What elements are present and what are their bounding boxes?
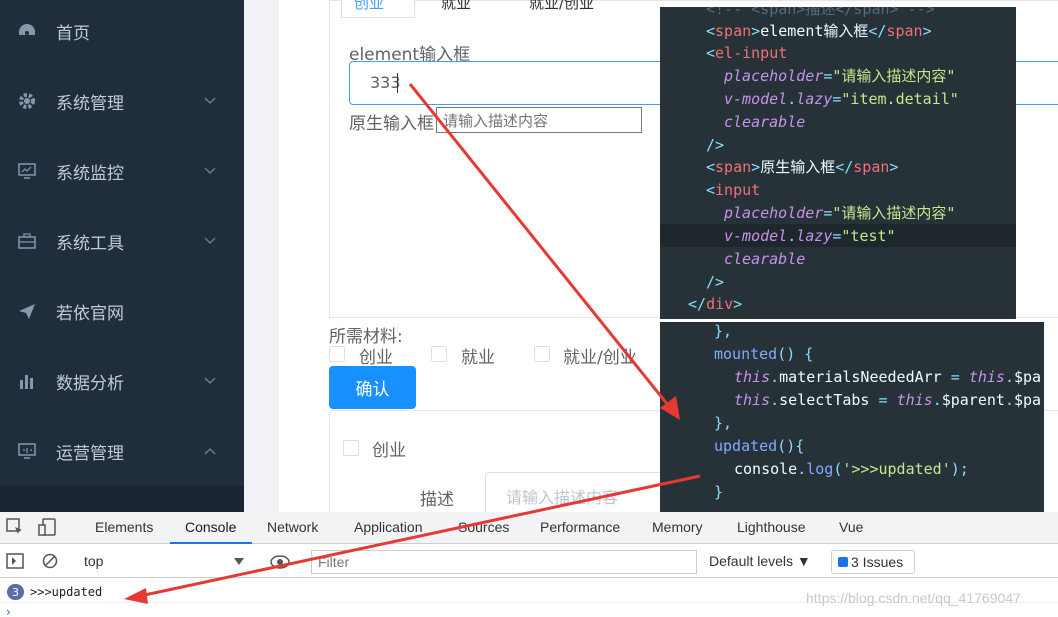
sidebar-item-label: 数据分析	[56, 373, 124, 394]
sidebar-item-label: 系统管理	[56, 93, 124, 114]
devtools-tab-bar: Elements Console Network Application Sou…	[0, 512, 1058, 544]
sidebar-item-label: 运营管理	[56, 443, 124, 464]
bar-chart-icon	[20, 375, 33, 389]
tab-network[interactable]: Network	[267, 519, 318, 535]
code-line: <input	[706, 181, 761, 199]
code-line: v-model.lazy="test"	[724, 227, 896, 245]
chevron-up-icon	[204, 447, 216, 455]
watermark: https://blog.csdn.net/qq_41769047	[806, 590, 1021, 606]
code-line: this.materialsNeededArr = this.$pa	[734, 368, 1042, 386]
tab-sources[interactable]: Sources	[458, 519, 509, 535]
code-line: />	[706, 273, 725, 291]
chevron-down-icon	[204, 97, 216, 105]
context-selector[interactable]: top	[84, 553, 103, 569]
active-tab-indicator	[170, 542, 252, 544]
code-line: placeholder="请输入描述内容"	[724, 204, 956, 222]
sidebar-item-label: 系统工具	[56, 233, 124, 254]
issues-button[interactable]: 3 Issues	[831, 550, 915, 574]
code-line: }	[714, 483, 724, 501]
confirm-button[interactable]: 确认	[329, 366, 416, 409]
chevron-down-icon	[204, 377, 216, 385]
native-input-label: 原生输入框	[349, 114, 434, 134]
console-filter-input[interactable]: Filter	[311, 550, 697, 574]
console-prompt-icon[interactable]: ›	[6, 605, 11, 617]
tab-application[interactable]: Application	[354, 519, 423, 535]
code-line: clearable	[724, 250, 806, 268]
chevron-down-icon	[204, 167, 216, 175]
code-line: updated(){	[714, 437, 805, 455]
gear-icon	[19, 93, 35, 109]
eye-icon[interactable]	[270, 555, 290, 569]
device-toggle-icon[interactable]	[38, 518, 58, 536]
tab-performance[interactable]: Performance	[540, 519, 620, 535]
inspect-icon[interactable]	[6, 518, 24, 536]
section-checkbox[interactable]	[343, 440, 359, 456]
devtools-panel: Elements Console Network Application Sou…	[0, 512, 1058, 617]
sidebar-item-label: 系统监控	[56, 163, 124, 184]
checkbox-label: 创业	[359, 348, 393, 368]
monitor-icon	[18, 163, 36, 179]
tab-vue[interactable]: Vue	[839, 519, 863, 535]
sidebar-item-system-monitor[interactable]: 系统监控	[0, 136, 244, 206]
code-line: },	[714, 414, 733, 432]
sidebar-item-operations[interactable]: 运营管理	[0, 416, 244, 486]
sidebar-toggle-icon[interactable]	[6, 553, 24, 569]
code-line: <span>element输入框</span>	[706, 22, 932, 40]
dashboard-icon	[19, 24, 35, 35]
clear-console-icon[interactable]	[42, 553, 58, 569]
code-line: <!-- <span>描述</span> -->	[706, 7, 935, 18]
tab-employment[interactable]: 就业	[441, 0, 471, 18]
sidebar-item-system-management[interactable]: 系统管理	[0, 66, 244, 136]
native-input[interactable]: 请输入描述内容	[436, 107, 642, 133]
tab-startup[interactable]: 创业	[341, 0, 415, 18]
code-panel-script: }, mounted() { this.materialsNeededArr =…	[660, 322, 1044, 512]
code-line: <el-input	[706, 44, 788, 62]
code-line: v-model.lazy="item.detail"	[724, 90, 959, 108]
sidebar-item-home[interactable]: 首页	[0, 0, 244, 66]
sidebar-item-data-analysis[interactable]: 数据分析	[0, 346, 244, 416]
code-line: clearable	[724, 113, 806, 131]
checkbox-label: 就业/创业	[563, 348, 637, 368]
issues-icon	[838, 557, 848, 567]
sidebar: 首页 系统管理 系统监控 系统工具 若依官网 数据分析 运营管理	[0, 0, 244, 512]
code-panel-template: <!-- <span>描述</span> --> <span>element输入…	[660, 7, 1016, 319]
log-repeat-badge: 3	[7, 584, 24, 600]
send-icon	[19, 304, 35, 319]
checkbox-employment[interactable]	[431, 346, 447, 362]
tab-elements[interactable]: Elements	[95, 519, 153, 535]
section-checkbox-label: 创业	[372, 441, 406, 461]
toolbox-icon	[18, 233, 36, 249]
log-levels-dropdown[interactable]: Default levels ▼	[709, 553, 811, 569]
sidebar-item-label: 若依官网	[56, 303, 124, 324]
code-line: <span>原生输入框</span>	[706, 158, 899, 176]
content-gutter	[244, 0, 279, 512]
code-line: </div>	[688, 295, 743, 313]
checkbox-employment-startup[interactable]	[534, 346, 550, 362]
code-line: mounted() {	[714, 345, 814, 363]
code-line: placeholder="请输入描述内容"	[724, 67, 956, 85]
checkbox-startup[interactable]	[329, 346, 345, 362]
description-label: 描述	[420, 490, 454, 510]
chevron-down-icon	[204, 237, 216, 245]
tab-lighthouse[interactable]: Lighthouse	[737, 519, 806, 535]
sidebar-submenu	[0, 486, 244, 512]
code-line: console.log('>>>updated');	[734, 460, 969, 478]
element-input-value: 333	[370, 73, 401, 92]
code-line: },	[714, 322, 733, 340]
console-log-message: >>>updated	[30, 585, 103, 599]
caret-down-icon	[234, 558, 244, 565]
sidebar-item-system-tools[interactable]: 系统工具	[0, 206, 244, 276]
code-line: />	[706, 136, 725, 154]
page: 首页 系统管理 系统监控 系统工具 若依官网 数据分析 运营管理 创业 就业 就…	[0, 0, 1058, 617]
tab-memory[interactable]: Memory	[652, 519, 703, 535]
description-input[interactable]: 请输入描述内容	[485, 472, 685, 516]
sidebar-item-ruoyi-site[interactable]: 若依官网	[0, 276, 244, 346]
code-line: this.selectTabs = this.$parent.$pa	[734, 391, 1042, 409]
checkbox-label: 就业	[461, 348, 495, 368]
text-caret	[397, 73, 398, 93]
screen-icon	[18, 443, 36, 459]
tab-console[interactable]: Console	[185, 519, 236, 535]
tab-employment-startup[interactable]: 就业/创业	[529, 0, 594, 18]
sidebar-item-label: 首页	[56, 23, 90, 44]
